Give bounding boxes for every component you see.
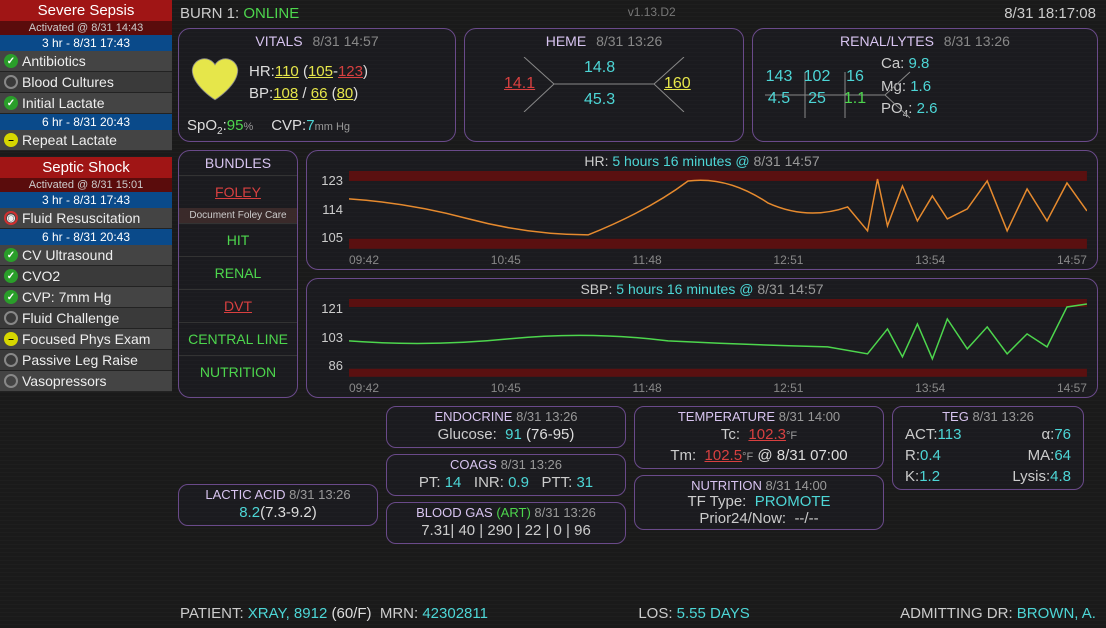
task-item[interactable]: ✓ CVP: 7mm Hg bbox=[0, 287, 172, 308]
sepsis-header[interactable]: Severe Sepsis bbox=[0, 0, 172, 21]
version-label: v1.13.D2 bbox=[628, 5, 676, 22]
task-label: Vasopressors bbox=[22, 373, 107, 389]
footer: PATIENT: XRAY, 8912 (60/F) MRN: 42302811… bbox=[180, 605, 1096, 622]
online-status: ONLINE bbox=[243, 5, 299, 22]
sepsis-3h-bar: 3 hr - 8/31 17:43 bbox=[0, 35, 172, 51]
coags-panel[interactable]: COAGS 8/31 13:26 PT: 14 INR: 0.9 PTT: 31 bbox=[386, 454, 626, 496]
nutrition-panel[interactable]: NUTRITION 8/31 14:00 TF Type: PROMOTE Pr… bbox=[634, 475, 884, 530]
task-item[interactable]: Blood Cultures bbox=[0, 72, 172, 93]
bundle-item[interactable]: RENAL bbox=[179, 256, 297, 289]
shock-header[interactable]: Septic Shock bbox=[0, 157, 172, 178]
xtick-label: 14:57 bbox=[1057, 381, 1087, 395]
sbp-chart[interactable]: SBP: 5 hours 16 minutes @ 8/31 14:57 121… bbox=[306, 278, 1098, 398]
task-label: Fluid Challenge bbox=[22, 310, 119, 326]
xtick-label: 13:54 bbox=[915, 381, 945, 395]
vitals-ts: 8/31 14:57 bbox=[312, 33, 378, 49]
task-item[interactable]: –Focused Phys Exam bbox=[0, 329, 172, 350]
task-label: Focused Phys Exam bbox=[22, 331, 150, 347]
xtick-label: 13:54 bbox=[915, 253, 945, 267]
renal-panel[interactable]: RENAL/LYTES 8/31 13:26 143 102 16 4.5 25… bbox=[752, 28, 1098, 142]
bloodgas-panel[interactable]: BLOOD GAS (ART) 8/31 13:26 7.31| 40 | 29… bbox=[386, 502, 626, 544]
none-status-icon bbox=[4, 353, 18, 367]
task-label: Passive Leg Raise bbox=[22, 352, 138, 368]
unit-label: BURN 1: bbox=[180, 5, 239, 22]
xtick-label: 12:51 bbox=[773, 381, 803, 395]
teg-panel[interactable]: TEG 8/31 13:26 ACT:113 α:76 R:0.4 MA:64 … bbox=[892, 406, 1084, 490]
task-item[interactable]: ✓ CVO2 bbox=[0, 266, 172, 287]
shock-3h-bar: 3 hr - 8/31 17:43 bbox=[0, 192, 172, 208]
clock: 8/31 18:17:08 bbox=[1004, 5, 1096, 22]
task-item[interactable]: Vasopressors bbox=[0, 371, 172, 392]
xtick-label: 09:42 bbox=[349, 253, 379, 267]
task-label: Initial Lactate bbox=[22, 95, 105, 111]
heme-panel[interactable]: HEME 8/31 13:26 14.1 14.8 45.3 160 bbox=[464, 28, 744, 142]
task-item[interactable]: ✓ Antibiotics bbox=[0, 51, 172, 72]
task-item[interactable]: –Repeat Lactate bbox=[0, 130, 172, 151]
bundle-item[interactable]: FOLEY bbox=[179, 175, 297, 208]
vitals-title: VITALS bbox=[255, 33, 302, 49]
ok-status-icon: ✓ bbox=[4, 290, 18, 304]
task-label: Antibiotics bbox=[22, 53, 86, 69]
task-label: CVO2 bbox=[22, 268, 60, 284]
sepsis-activated: Activated @ 8/31 14:43 bbox=[0, 21, 172, 35]
task-label: CV Ultrasound bbox=[22, 247, 113, 263]
main-area: VITALS 8/31 14:57 HR:110 (105-123) BP:10… bbox=[178, 28, 1098, 544]
sbp-chart-plot bbox=[349, 299, 1087, 377]
shock-activated: Activated @ 8/31 15:01 bbox=[0, 178, 172, 192]
vitals-panel[interactable]: VITALS 8/31 14:57 HR:110 (105-123) BP:10… bbox=[178, 28, 456, 142]
temperature-panel[interactable]: TEMPERATURE 8/31 14:00 Tc: 102.3°F Tm: 1… bbox=[634, 406, 884, 469]
ok-status-icon: ✓ bbox=[4, 269, 18, 283]
heart-icon bbox=[187, 49, 243, 117]
xtick-label: 11:48 bbox=[633, 381, 662, 395]
xtick-label: 10:45 bbox=[491, 381, 521, 395]
none-status-icon bbox=[4, 75, 18, 89]
xtick-label: 12:51 bbox=[773, 253, 803, 267]
xtick-label: 10:45 bbox=[491, 253, 521, 267]
bundles-panel: BUNDLES FOLEYDocument Foley CareHITRENAL… bbox=[178, 150, 298, 398]
ok-status-icon: ✓ bbox=[4, 96, 18, 110]
task-item[interactable]: Passive Leg Raise bbox=[0, 350, 172, 371]
xtick-label: 09:42 bbox=[349, 381, 379, 395]
bundle-item[interactable]: NUTRITION bbox=[179, 355, 297, 388]
shock-6h-bar: 6 hr - 8/31 20:43 bbox=[0, 229, 172, 245]
top-bar: BURN 1: ONLINE v1.13.D2 8/31 18:17:08 bbox=[180, 5, 1096, 22]
bundle-note: Document Foley Care bbox=[179, 208, 297, 223]
none-status-icon bbox=[4, 374, 18, 388]
task-label: Repeat Lactate bbox=[22, 132, 117, 148]
task-item[interactable]: ✓ Initial Lactate bbox=[0, 93, 172, 114]
xtick-label: 14:57 bbox=[1057, 253, 1087, 267]
ok-status-icon: ✓ bbox=[4, 248, 18, 262]
endocrine-panel[interactable]: ENDOCRINE 8/31 13:26 Glucose: 91 (76-95) bbox=[386, 406, 626, 448]
hr-chart-plot bbox=[349, 171, 1087, 249]
task-label: Blood Cultures bbox=[22, 74, 114, 90]
bundle-item[interactable]: CENTRAL LINE bbox=[179, 322, 297, 355]
bundle-item[interactable]: DVT bbox=[179, 289, 297, 322]
ok-status-icon: ✓ bbox=[4, 54, 18, 68]
sidebar: Severe Sepsis Activated @ 8/31 14:43 3 h… bbox=[0, 0, 172, 392]
pending-status-icon: – bbox=[4, 133, 18, 147]
bundle-item[interactable]: HIT bbox=[179, 223, 297, 256]
sepsis-6h-bar: 6 hr - 8/31 20:43 bbox=[0, 114, 172, 130]
target-status-icon: ◉ bbox=[4, 211, 18, 225]
lactic-panel[interactable]: LACTIC ACID 8/31 13:26 8.2(7.3-9.2) bbox=[178, 484, 378, 526]
hr-chart[interactable]: HR: 5 hours 16 minutes @ 8/31 14:57 123 … bbox=[306, 150, 1098, 270]
task-item[interactable]: ✓ CV Ultrasound bbox=[0, 245, 172, 266]
pending-status-icon: – bbox=[4, 332, 18, 346]
task-label: CVP: 7mm Hg bbox=[22, 289, 111, 305]
task-item[interactable]: ◉ Fluid Resuscitation bbox=[0, 208, 172, 229]
task-label: Fluid Resuscitation bbox=[22, 210, 140, 226]
xtick-label: 11:48 bbox=[633, 253, 662, 267]
task-item[interactable]: Fluid Challenge bbox=[0, 308, 172, 329]
none-status-icon bbox=[4, 311, 18, 325]
